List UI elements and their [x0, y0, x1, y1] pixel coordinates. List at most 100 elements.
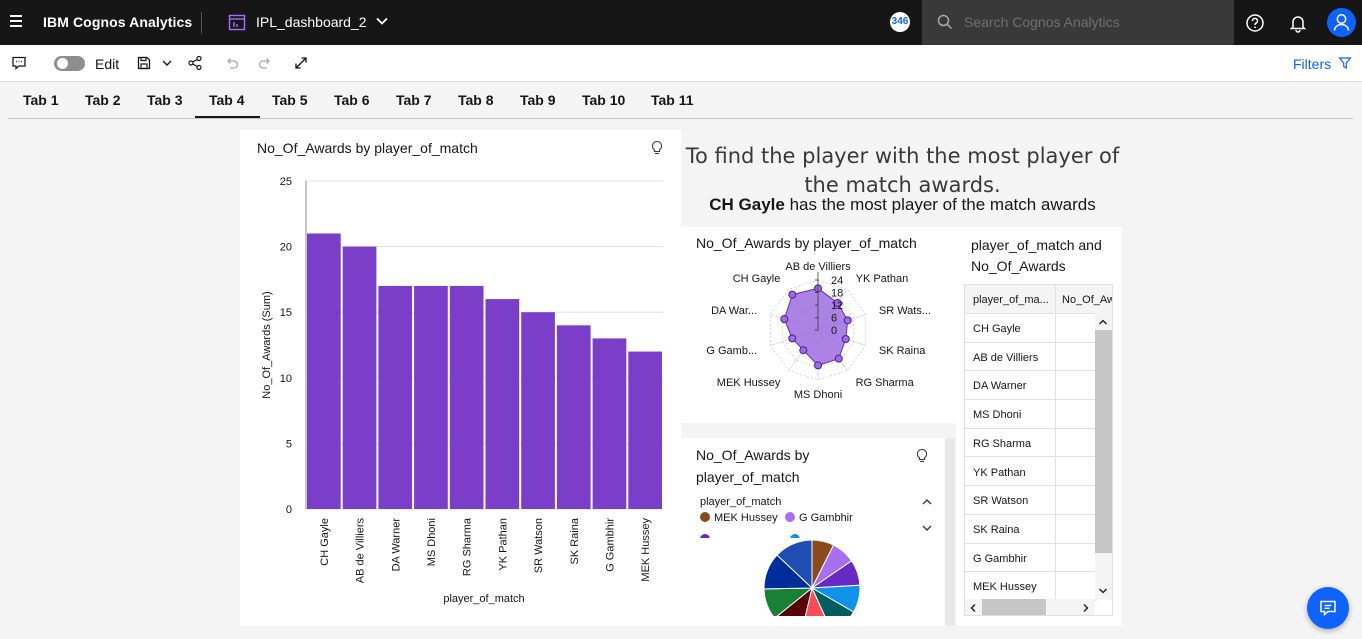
radar-tick-label: 24 [831, 275, 843, 287]
bar [378, 285, 413, 509]
tab-8[interactable]: Tab 8 [458, 92, 494, 108]
column-header-awards[interactable]: No_Of_Aw [1062, 294, 1112, 306]
y-tick-label: 20 [280, 242, 292, 254]
tab-5[interactable]: Tab 5 [272, 92, 308, 108]
tab-bar: Tab 1 Tab 2 Tab 3 Tab 4 Tab 5 Tab 6 Tab … [8, 82, 1353, 119]
lightbulb-icon[interactable] [915, 448, 929, 469]
table-cell [1055, 400, 1097, 428]
table-vertical-scrollbar[interactable] [1095, 313, 1112, 600]
legend-item-mek-hussey[interactable]: MEK Hussey [700, 512, 778, 524]
notification-count-badge: 346 [890, 12, 910, 32]
table-row[interactable]: SK Raina [965, 514, 1097, 544]
radar-category-label: G Gamb... [706, 345, 757, 357]
scroll-up-icon[interactable] [1097, 315, 1109, 333]
table-row[interactable]: DA Warner [965, 371, 1097, 401]
undo-icon[interactable] [224, 55, 240, 76]
search-box[interactable] [922, 0, 1234, 45]
tab-3[interactable]: Tab 3 [147, 92, 183, 108]
x-tick-label: G Gambhir [604, 518, 616, 572]
legend-scroll-up-icon[interactable] [920, 495, 934, 513]
save-icon[interactable] [136, 55, 152, 76]
top-bar: IBM Cognos Analytics IPL_dashboard_2 346 [0, 0, 1362, 45]
y-tick-label: 0 [286, 504, 292, 516]
legend-label: G Gambhir [799, 512, 853, 524]
table-row[interactable]: CH Gayle [965, 314, 1097, 343]
radar-category-label: CH Gayle [733, 273, 781, 285]
menu-icon[interactable] [10, 15, 22, 27]
column-divider [1055, 285, 1056, 313]
scrollbar-thumb[interactable] [982, 599, 1046, 615]
user-avatar[interactable] [1327, 8, 1356, 37]
radar-point [780, 315, 789, 324]
edit-toggle[interactable] [54, 56, 85, 71]
headline-answer-text: has the most player of the match awards [784, 195, 1096, 214]
table-cell [1055, 486, 1097, 514]
edit-label: Edit [95, 56, 120, 72]
chat-button[interactable] [1307, 587, 1349, 629]
tab-4[interactable]: Tab 4 [195, 92, 259, 118]
table-horizontal-scrollbar[interactable] [965, 599, 1095, 615]
pie-legend-title: player_of_match [700, 496, 782, 508]
radar-point [841, 335, 850, 344]
radar-tick-label: 6 [831, 313, 837, 325]
pie-chart [763, 539, 861, 616]
x-tick-label: YK Pathan [497, 518, 509, 571]
tab-1[interactable]: Tab 1 [23, 92, 59, 108]
tab-7[interactable]: Tab 7 [396, 92, 432, 108]
legend-scroll-down-icon[interactable] [920, 521, 934, 539]
notifications-icon[interactable] [1288, 13, 1308, 38]
legend-swatch [785, 512, 795, 522]
filters-button[interactable]: Filters [1293, 56, 1331, 72]
y-tick-label: 15 [280, 307, 292, 319]
chevron-down-icon[interactable] [375, 14, 389, 33]
radar-tick-label: 0 [831, 325, 837, 337]
bar [592, 338, 627, 509]
scroll-right-icon[interactable] [1080, 601, 1092, 619]
table-row[interactable]: YK Pathan [965, 457, 1097, 487]
radar-category-label: SK Raina [879, 345, 926, 357]
headline-answer: CH Gayle has the most player of the matc… [680, 195, 1125, 215]
table-row[interactable]: MS Dhoni [965, 400, 1097, 429]
column-header-player[interactable]: player_of_ma... [973, 294, 1049, 306]
x-tick-label: MS Dhoni [426, 518, 438, 566]
tab-11[interactable]: Tab 11 [651, 92, 694, 108]
search-input[interactable] [964, 12, 1224, 32]
redo-icon[interactable] [257, 55, 273, 76]
table-cell: AB de Villiers [973, 351, 1039, 364]
legend-item-clipped [700, 531, 840, 538]
dashboard-icon [228, 13, 246, 36]
legend-item-g-gambhir[interactable]: G Gambhir [785, 512, 853, 524]
radar-tick-label: 18 [831, 288, 843, 300]
scroll-down-icon[interactable] [1097, 584, 1109, 602]
table-row[interactable]: MEK Hussey [965, 572, 1097, 601]
filter-icon[interactable] [1338, 56, 1352, 75]
save-menu-chevron-icon[interactable] [160, 55, 174, 76]
x-tick-label: CH Gayle [319, 518, 331, 566]
headline-question: To find the player with the most player … [685, 144, 1120, 197]
table-cell [1055, 342, 1097, 371]
lightbulb-icon[interactable] [650, 140, 664, 161]
pie-chart-title-line1: No_Of_Awards by [696, 447, 810, 463]
pie-panel-scrollbar[interactable] [945, 438, 955, 626]
tab-9[interactable]: Tab 9 [520, 92, 556, 108]
dashboard-name[interactable]: IPL_dashboard_2 [256, 14, 367, 30]
tab-2[interactable]: Tab 2 [85, 92, 121, 108]
scrollbar-thumb[interactable] [1095, 330, 1112, 553]
comment-icon[interactable] [11, 55, 27, 76]
table-row[interactable]: AB de Villiers [965, 342, 1097, 372]
share-icon[interactable] [187, 55, 203, 76]
table-row[interactable]: SR Watson [965, 486, 1097, 515]
table-cell [1055, 572, 1097, 600]
legend-label: MEK Hussey [714, 512, 778, 524]
y-tick-label: 5 [286, 438, 292, 450]
scroll-left-icon[interactable] [967, 601, 979, 619]
tab-10[interactable]: Tab 10 [582, 92, 625, 108]
table-row[interactable]: RG Sharma [965, 428, 1097, 458]
table-row[interactable]: G Gambhir [965, 543, 1097, 573]
tab-6[interactable]: Tab 6 [334, 92, 370, 108]
fullscreen-icon[interactable] [293, 55, 309, 76]
bar [628, 351, 662, 509]
bar [556, 325, 591, 509]
pie-chart-title-line2: player_of_match [696, 469, 800, 485]
help-icon[interactable] [1245, 13, 1265, 38]
